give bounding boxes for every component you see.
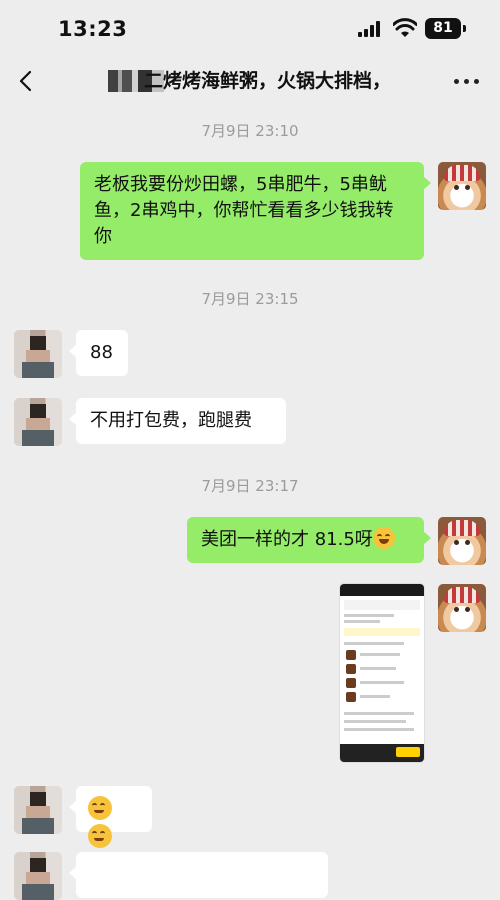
contact-avatar[interactable]	[14, 852, 62, 900]
timestamp: 7月9日 23:10	[201, 122, 299, 140]
message-bubble-theirs[interactable]	[69, 852, 328, 898]
contact-avatar[interactable]	[14, 330, 62, 378]
chat-title: 二烤烤海鲜粥，火锅大排档，	[108, 67, 418, 95]
battery-icon: 81	[425, 18, 466, 39]
smile-emoji-icon	[88, 796, 112, 820]
contact-avatar[interactable]	[14, 786, 62, 834]
my-avatar[interactable]	[438, 162, 486, 210]
message-text: 美团一样的才 81.5呀	[201, 529, 373, 550]
my-avatar[interactable]	[438, 584, 486, 632]
message-bubble-mine[interactable]: 老板我要份炒田螺，5串肥牛，5串鱿鱼，2串鸡中，你帮忙看看多少钱我转你	[80, 162, 431, 260]
status-time: 13:23	[58, 17, 128, 41]
message-bubble-theirs[interactable]: 不用打包费，跑腿费	[69, 398, 286, 444]
signal-icon	[358, 21, 384, 37]
message-bubble-theirs[interactable]	[69, 786, 152, 848]
message-bubble-mine[interactable]: 美团一样的才 81.5呀	[187, 517, 431, 563]
back-icon[interactable]	[12, 64, 42, 98]
wifi-icon	[393, 18, 417, 37]
smile-emoji-icon	[88, 824, 112, 848]
contact-avatar[interactable]	[14, 398, 62, 446]
timestamp: 7月9日 23:17	[201, 477, 299, 495]
chat-header: 二烤烤海鲜粥，火锅大排档，	[0, 58, 500, 104]
grin-emoji-icon	[372, 527, 395, 549]
message-bubble-theirs[interactable]: 88	[69, 330, 128, 376]
timestamp: 7月9日 23:15	[201, 290, 299, 308]
status-bar: 13:23 81	[0, 0, 500, 58]
more-icon[interactable]	[452, 76, 482, 86]
image-message-screenshot[interactable]	[340, 584, 424, 762]
my-avatar[interactable]	[438, 517, 486, 565]
chat-title-text: 二烤烤海鲜粥，火锅大排档，	[144, 70, 392, 92]
